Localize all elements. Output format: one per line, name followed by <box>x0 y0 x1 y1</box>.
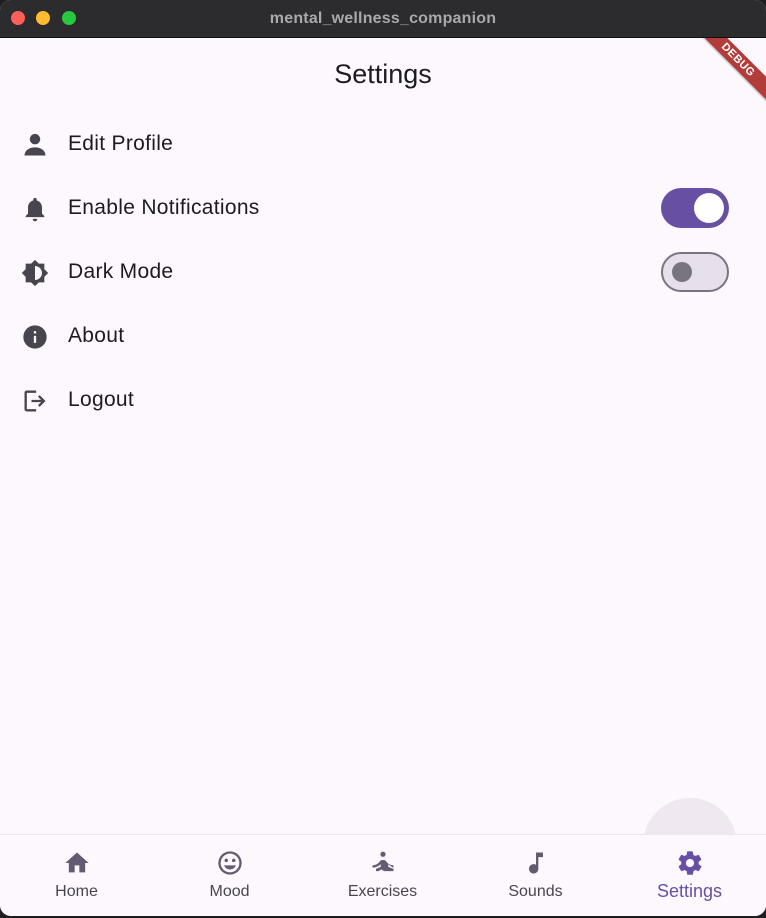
settings-item-dark-mode[interactable]: Dark Mode <box>0 240 766 304</box>
notifications-toggle[interactable] <box>661 188 729 228</box>
window-minimize-button[interactable] <box>36 11 50 25</box>
toggle-knob <box>672 262 692 282</box>
window-titlebar: mental_wellness_companion <box>0 0 766 38</box>
nav-label: Sounds <box>508 883 563 900</box>
settings-item-label: Logout <box>68 388 135 411</box>
window-maximize-button[interactable] <box>62 11 76 25</box>
toggle-knob <box>694 193 724 223</box>
settings-item-about[interactable]: About <box>0 304 766 368</box>
settings-item-label: Enable Notifications <box>68 196 260 219</box>
nav-item-sounds[interactable]: Sounds <box>459 835 612 916</box>
nav-item-home[interactable]: Home <box>0 835 153 916</box>
info-icon <box>20 322 50 352</box>
settings-item-label: Edit Profile <box>68 132 174 155</box>
app-bar: Settings <box>0 38 766 112</box>
nav-item-mood[interactable]: Mood <box>153 835 306 916</box>
app-window: mental_wellness_companion Settings DEBUG… <box>0 0 766 916</box>
settings-item-label: About <box>68 324 125 347</box>
nav-item-exercises[interactable]: Exercises <box>306 835 459 916</box>
smiley-icon <box>215 848 245 878</box>
nav-item-settings[interactable]: Settings <box>613 835 766 916</box>
settings-list: Edit Profile Enable Notifications Dark M… <box>0 112 766 432</box>
nav-label: Settings <box>656 881 723 901</box>
dark-mode-toggle[interactable] <box>661 252 729 292</box>
bottom-navigation: Home Mood Exercises Sounds Settings <box>0 834 766 916</box>
home-icon <box>62 848 92 878</box>
settings-item-logout[interactable]: Logout <box>0 368 766 432</box>
settings-item-label: Dark Mode <box>68 260 174 283</box>
settings-item-edit-profile[interactable]: Edit Profile <box>0 112 766 176</box>
person-icon <box>20 130 50 160</box>
nav-label: Exercises <box>347 883 418 900</box>
nav-label: Mood <box>209 883 250 900</box>
window-close-button[interactable] <box>11 11 25 25</box>
page-title: Settings <box>334 58 432 89</box>
nav-label: Home <box>55 883 98 900</box>
bell-icon <box>20 194 50 224</box>
logout-icon <box>20 386 50 416</box>
gear-icon <box>675 848 705 878</box>
meditation-icon <box>368 848 398 878</box>
window-title: mental_wellness_companion <box>269 9 497 27</box>
settings-item-notifications[interactable]: Enable Notifications <box>0 176 766 240</box>
brightness-icon <box>20 258 50 288</box>
music-note-icon <box>521 848 551 878</box>
